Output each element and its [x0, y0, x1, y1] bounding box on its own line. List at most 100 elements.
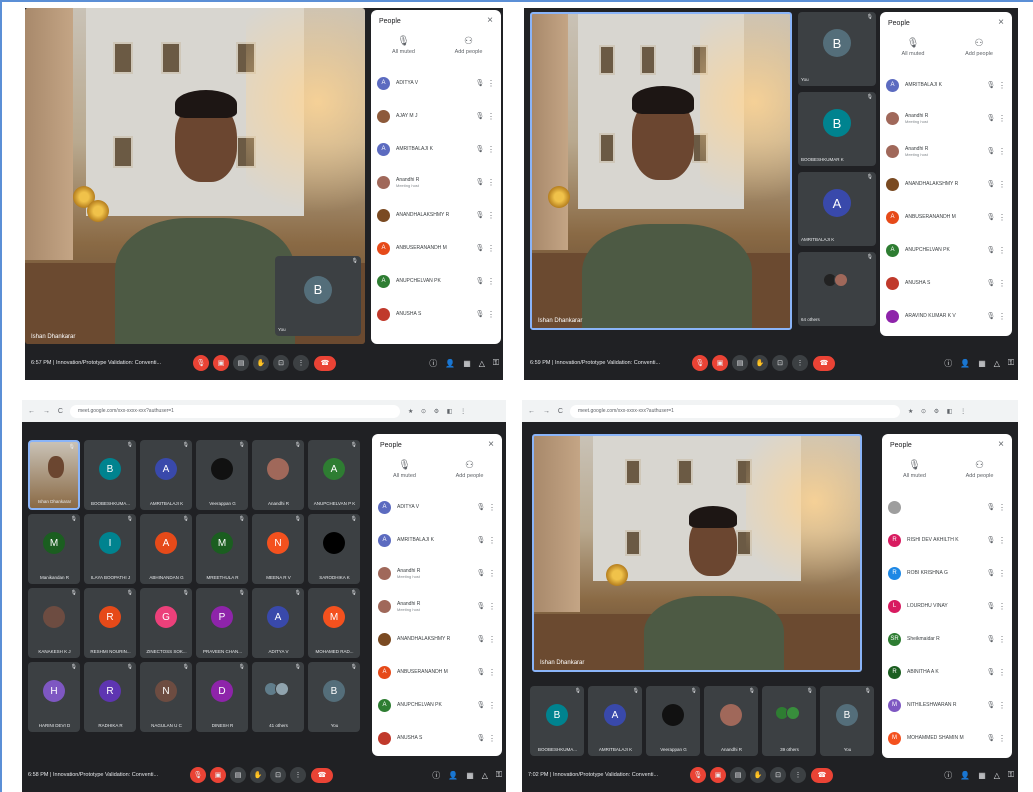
participant-tile[interactable]: M MREETHULA R 🎙	[196, 514, 248, 584]
more-vert-icon[interactable]: ⋮	[998, 734, 1006, 743]
participant-row[interactable]: A ANBUSERANANDH M 🎙 ⋮	[378, 657, 496, 687]
more-vert-icon[interactable]: ⋮	[488, 602, 496, 611]
mic-off-icon[interactable]: 🎙	[473, 112, 487, 120]
participant-tile[interactable]: 39 others 🎙	[762, 686, 816, 756]
chat-icon[interactable]: ▦	[978, 771, 986, 780]
present-button[interactable]: ⊡	[770, 767, 786, 783]
mic-off-icon[interactable]: 🎙	[984, 569, 998, 577]
present-button[interactable]: ⊡	[772, 355, 788, 371]
info-icon[interactable]: ⓘ	[944, 358, 952, 369]
more-vert-icon[interactable]: ⋮	[487, 244, 495, 253]
people-icon[interactable]: 👤	[445, 359, 455, 368]
participant-row[interactable]: M NITHILESHWARAN R 🎙 ⋮	[888, 690, 1006, 720]
participant-tile[interactable]: M MOHAMED RAD... 🎙	[308, 588, 360, 658]
more-vert-icon[interactable]: ⋮	[487, 310, 495, 319]
activities-icon[interactable]: △	[479, 359, 485, 368]
leave-call-button[interactable]: ☎	[311, 767, 333, 783]
participant-tile[interactable]: B You 🎙	[820, 686, 874, 756]
more-vert-icon[interactable]: ⋮	[998, 147, 1006, 156]
add-people-button[interactable]: ⚇ Add people	[947, 460, 1012, 479]
captions-button[interactable]: ▤	[732, 355, 748, 371]
people-icon[interactable]: 👤	[448, 771, 458, 780]
participant-row[interactable]: A ANUPCHELVAN PK 🎙 ⋮	[378, 690, 496, 720]
participant-tile[interactable]: A AMRITBALAJI K 🎙	[588, 686, 642, 756]
participant-tile[interactable]: H HARINI DEVI D 🎙	[28, 662, 80, 732]
more-vert-icon[interactable]: ⋮	[998, 114, 1006, 123]
more-vert-icon[interactable]: ⋮	[487, 145, 495, 154]
mic-off-icon[interactable]: 🎙	[473, 277, 487, 285]
present-button[interactable]: ⊡	[270, 767, 286, 783]
mic-off-icon[interactable]: 🎙	[473, 178, 487, 186]
add-people-button[interactable]: ⚇ Add people	[437, 460, 502, 479]
host-controls-icon[interactable]: ⚿	[1008, 770, 1014, 780]
browser-nav-buttons[interactable]: ← → C	[28, 408, 66, 415]
participant-row[interactable]: R ROBI KRISHNA G 🎙 ⋮	[888, 558, 1006, 588]
mic-button[interactable]: 🎙	[190, 767, 206, 783]
mic-off-icon[interactable]: 🎙	[473, 244, 487, 252]
mic-button[interactable]: 🎙	[193, 355, 209, 371]
camera-button[interactable]: ▣	[710, 767, 726, 783]
participant-row[interactable]: ANANDHALAKSHMY R 🎙 ⋮	[377, 200, 495, 230]
more-vert-icon[interactable]: ⋮	[488, 701, 496, 710]
mute-all-button[interactable]: 🎙 All muted	[882, 460, 947, 479]
more-vert-icon[interactable]: ⋮	[487, 211, 495, 220]
activities-icon[interactable]: △	[994, 359, 1000, 368]
raise-hand-button[interactable]: ✋	[253, 355, 269, 371]
more-vert-icon[interactable]: ⋮	[998, 701, 1006, 710]
browser-nav-buttons[interactable]: ← → C	[528, 408, 566, 415]
mic-off-icon[interactable]: 🎙	[473, 211, 487, 219]
mic-button[interactable]: 🎙	[690, 767, 706, 783]
people-icon[interactable]: 👤	[960, 359, 970, 368]
participant-row[interactable]: A ANBUSERANANDH M 🎙 ⋮	[377, 233, 495, 263]
browser-extension-icons[interactable]: ★ ⊙ ⚙ ◧ ⋮	[408, 408, 469, 415]
participant-tile[interactable]: 64 others 🎙	[798, 252, 876, 326]
participant-row[interactable]: R ABINITHA A K 🎙 ⋮	[888, 657, 1006, 687]
address-bar[interactable]: meet.google.com/xxx-xxxx-xxx?authuser=1	[69, 404, 400, 418]
mic-off-icon[interactable]: 🎙	[984, 114, 998, 122]
present-button[interactable]: ⊡	[273, 355, 289, 371]
mic-off-icon[interactable]: 🎙	[473, 79, 487, 87]
more-vert-icon[interactable]: ⋮	[488, 635, 496, 644]
more-vert-icon[interactable]: ⋮	[487, 178, 495, 187]
mic-off-icon[interactable]: 🎙	[474, 569, 488, 577]
mic-off-icon[interactable]: 🎙	[474, 635, 488, 643]
add-people-button[interactable]: ⚇ Add people	[946, 38, 1012, 57]
participant-tile[interactable]: Ishan Dhankarar 🎙	[28, 440, 80, 510]
mic-off-icon[interactable]: 🎙	[474, 701, 488, 709]
chat-icon[interactable]: ▦	[978, 359, 986, 368]
more-vert-icon[interactable]: ⋮	[487, 79, 495, 88]
participant-row[interactable]: ANANDHALAKSHMY R 🎙 ⋮	[378, 624, 496, 654]
host-controls-icon[interactable]: ⚿	[493, 358, 499, 368]
participant-row[interactable]: L LOURDHU VINAY 🎙 ⋮	[888, 591, 1006, 621]
mic-off-icon[interactable]: 🎙	[473, 145, 487, 153]
participant-row[interactable]: A ANBUSERANANDH M 🎙 ⋮	[886, 202, 1006, 232]
more-vert-icon[interactable]: ⋮	[998, 180, 1006, 189]
mic-off-icon[interactable]: 🎙	[984, 312, 998, 320]
participant-row[interactable]: Anandhi R Meeting host 🎙 ⋮	[378, 591, 496, 621]
participant-tile[interactable]: A ABHINANDAN G 🎙	[140, 514, 192, 584]
leave-call-button[interactable]: ☎	[314, 355, 336, 371]
activities-icon[interactable]: △	[994, 771, 1000, 780]
participant-tile[interactable]: B You 🎙	[308, 662, 360, 732]
participant-row[interactable]: R RISHI DEV AKHILTH K 🎙 ⋮	[888, 525, 1006, 555]
more-vert-icon[interactable]: ⋮	[998, 312, 1006, 321]
more-vert-icon[interactable]: ⋮	[998, 503, 1006, 512]
participant-tile[interactable]: B BOOBESHKUMA... 🎙	[84, 440, 136, 510]
participant-row[interactable]: A AMRITBALAJI K 🎙 ⋮	[378, 525, 496, 555]
participant-tile[interactable]: 41 others 🎙	[252, 662, 304, 732]
participant-row[interactable]: A AMRITBALAJI K 🎙 ⋮	[886, 70, 1006, 100]
mic-off-icon[interactable]: 🎙	[984, 81, 998, 89]
participant-row[interactable]: M MOHAMMED SHAMIN M 🎙 ⋮	[888, 723, 1006, 753]
mic-off-icon[interactable]: 🎙	[984, 246, 998, 254]
close-icon[interactable]: ×	[488, 439, 494, 450]
participant-row[interactable]: A ANUPCHELVAN PK 🎙 ⋮	[886, 235, 1006, 265]
info-icon[interactable]: ⓘ	[432, 770, 440, 781]
more-vert-icon[interactable]: ⋮	[998, 668, 1006, 677]
mic-off-icon[interactable]: 🎙	[984, 602, 998, 610]
participant-tile[interactable]: A ANUPCHELVAN P K 🎙	[308, 440, 360, 510]
participant-tile[interactable]: A AMRITBALAJI K 🎙	[798, 172, 876, 246]
host-controls-icon[interactable]: ⚿	[1008, 358, 1014, 368]
participant-row[interactable]: A AMRITBALAJI K 🎙 ⋮	[377, 134, 495, 164]
raise-hand-button[interactable]: ✋	[250, 767, 266, 783]
mute-all-button[interactable]: 🎙 All muted	[371, 36, 436, 55]
